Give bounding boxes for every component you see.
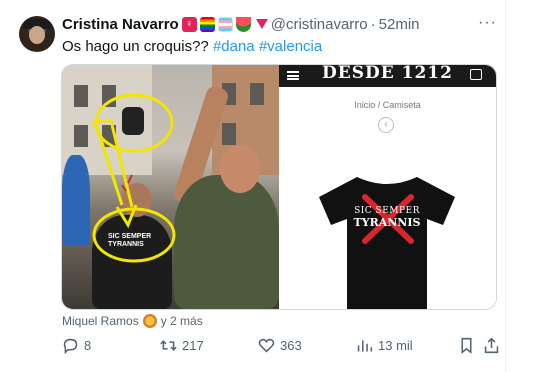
watermelon-icon xyxy=(235,16,251,32)
venus-emoji-icon: ♀ xyxy=(181,16,197,32)
timeline-border xyxy=(505,0,506,372)
tweet-actions: 8 217 363 13 mil xyxy=(62,335,500,355)
tweet-body: Os hago un croquis?? xyxy=(62,38,209,55)
tshirt-shape xyxy=(319,177,455,309)
reply-count: 8 xyxy=(84,337,92,353)
retweet-icon xyxy=(160,339,177,351)
views-count: 13 mil xyxy=(378,337,413,353)
liked-by-avatar xyxy=(142,314,157,328)
like-button[interactable]: 363 xyxy=(258,335,302,355)
liked-by-suffix: y 2 más xyxy=(160,314,203,328)
tshirt-line2: TYRANNIS xyxy=(353,216,421,229)
avatar-face xyxy=(29,26,45,44)
retweet-button[interactable]: 217 xyxy=(160,335,204,355)
liked-by[interactable]: Miquel Ramos y 2 más xyxy=(62,314,203,328)
bookmark-icon xyxy=(461,337,472,354)
protest-photo[interactable]: SIC SEMPER TYRANNIS xyxy=(62,65,279,309)
author-avatar[interactable] xyxy=(19,16,55,52)
tshirt-print: SIC SEMPER TYRANNIS xyxy=(317,205,457,229)
reply-button[interactable]: 8 xyxy=(62,335,91,355)
like-count: 363 xyxy=(280,337,302,353)
hashtag-valencia[interactable]: #valencia xyxy=(259,38,322,55)
tweet-header: Cristina Navarro ♀ @cristinavarro · 52mi… xyxy=(62,14,420,34)
shop-screenshot[interactable]: DESDE 1212 Inicio / Camiseta ‹ SIC SEMPE… xyxy=(279,65,496,309)
views-chart-icon xyxy=(357,339,373,351)
tweet-text: Os hago un croquis?? #dana #valencia xyxy=(62,37,322,57)
heart-icon xyxy=(258,338,275,353)
cart-icon xyxy=(470,69,482,80)
liked-by-name[interactable]: Miquel Ramos xyxy=(62,314,139,328)
retweet-count: 217 xyxy=(182,337,204,353)
tweet-media[interactable]: SIC SEMPER TYRANNIS DESDE 1212 Inicio / … xyxy=(61,64,497,310)
reply-icon xyxy=(63,338,78,354)
red-triangle-icon xyxy=(255,19,268,29)
shop-breadcrumb: Inicio / Camiseta xyxy=(354,100,421,110)
share-button[interactable] xyxy=(483,335,500,355)
share-icon xyxy=(484,337,499,353)
views-button[interactable]: 13 mil xyxy=(356,335,413,355)
author-handle[interactable]: @cristinavarro xyxy=(271,16,368,33)
bookmark-button[interactable] xyxy=(458,335,475,355)
header-separator: · xyxy=(370,15,376,33)
rainbow-flag-icon xyxy=(199,16,215,32)
more-options-icon[interactable]: ··· xyxy=(478,14,497,32)
tweet-timestamp[interactable]: 52min xyxy=(379,16,420,33)
tshirt-product: SIC SEMPER TYRANNIS xyxy=(317,175,457,309)
hashtag-dana[interactable]: #dana xyxy=(213,38,255,55)
transgender-flag-icon xyxy=(217,16,233,32)
yellow-annotation-overlay xyxy=(91,93,176,263)
chevron-left-icon: ‹ xyxy=(378,117,394,133)
shop-header-bar: DESDE 1212 xyxy=(279,65,496,87)
author-name[interactable]: Cristina Navarro xyxy=(62,16,179,33)
tweet-card[interactable]: Cristina Navarro ♀ @cristinavarro · 52mi… xyxy=(5,0,505,372)
shop-logo: DESDE 1212 xyxy=(322,64,453,83)
